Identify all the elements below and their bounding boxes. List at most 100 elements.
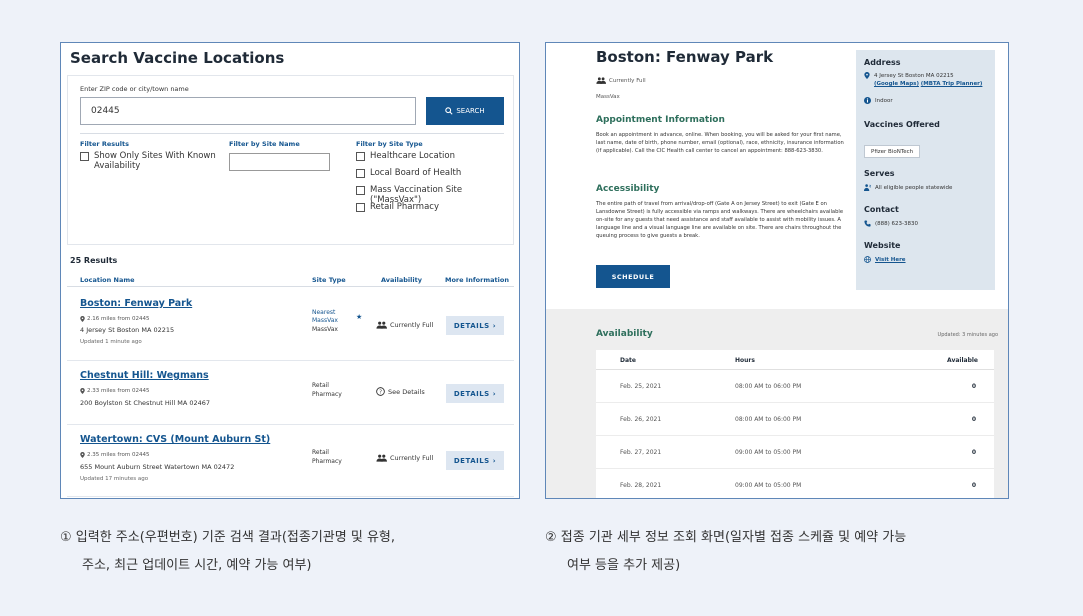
site-detail-screenshot: Boston: Fenway Park Currently Full MassV… [545, 42, 1009, 499]
people-icon [596, 77, 606, 84]
site-status: Currently Full [596, 77, 646, 84]
checkbox-label: Healthcare Location [370, 151, 455, 161]
search-results-screenshot: Search Vaccine Locations Enter ZIP code … [60, 42, 520, 499]
details-label: DETAILS [453, 389, 490, 398]
site-type-board-checkbox[interactable]: Local Board of Health [356, 168, 461, 178]
accessibility-text: The entire path of travel from arrival/d… [596, 201, 844, 239]
details-button[interactable]: DETAILS › [446, 451, 504, 470]
table-row: Chestnut Hill: Wegmans 2.33 miles from 0… [67, 361, 514, 425]
chevron-right-icon: › [492, 321, 497, 330]
table-row: Feb. 26, 2021 08:00 AM to 06:00 PM 0 [596, 403, 994, 436]
site-type: Retail [312, 449, 329, 456]
checkbox-box [356, 203, 365, 212]
date-cell: Feb. 27, 2021 [620, 449, 662, 456]
site-name-input[interactable] [229, 153, 330, 171]
chevron-right-icon: › [492, 456, 497, 465]
phone-text[interactable]: (888) 623-3830 [875, 220, 918, 228]
caption-left: ① 입력한 주소(우편번호) 기준 검색 결과(접종기관명 및 유형, 주소, … [60, 524, 395, 580]
known-availability-checkbox[interactable]: Show Only Sites With Known Availability [80, 151, 220, 171]
address-line: 4 Jersey St Boston MA 02215 (Google Maps… [864, 72, 982, 88]
site-info-sidebar: Address 4 Jersey St Boston MA 02215 (Goo… [856, 50, 995, 290]
contact-heading: Contact [864, 205, 899, 214]
site-type: Retail [312, 382, 329, 389]
zip-input-value: 02445 [91, 106, 120, 116]
details-label: DETAILS [453, 321, 490, 330]
site-type-nearest: Nearest [312, 309, 336, 316]
globe-icon [864, 256, 871, 263]
checkbox-label: Local Board of Health [370, 168, 462, 178]
location-link[interactable]: Chestnut Hill: Wegmans [80, 370, 209, 381]
col-location: Location Name [80, 276, 135, 284]
hours-cell: 08:00 AM to 06:00 PM [735, 383, 802, 390]
people-icon [376, 321, 387, 329]
address-block: 4 Jersey St Boston MA 02215 (Google Maps… [874, 72, 982, 88]
serves-text: All eligible people statewide [875, 185, 953, 191]
mbta-link[interactable]: (MBTA Trip Planner) [921, 81, 983, 87]
google-maps-link[interactable]: (Google Maps) [874, 81, 919, 87]
caption-left-line2: 주소, 최근 업데이트 시간, 예약 가능 여부) [82, 558, 312, 573]
col-available: Available [947, 357, 978, 364]
hours-cell: 09:00 AM to 05:00 PM [735, 482, 802, 489]
schedule-button[interactable]: SCHEDULE [596, 265, 670, 288]
available-cell: 0 [971, 383, 976, 390]
checkbox-box [356, 152, 365, 161]
site-type-healthcare-checkbox[interactable]: Healthcare Location [356, 151, 455, 161]
person-wave-icon [864, 184, 871, 191]
availability-status: Currently Full [376, 321, 433, 329]
updated-time: Updated 1 minute ago [80, 339, 142, 345]
distance-text: 2.16 miles from 02445 [87, 316, 150, 322]
site-type-pharmacy-checkbox[interactable]: Retail Pharmacy [356, 202, 439, 212]
available-cell: 0 [971, 482, 976, 489]
checkbox-label: Retail Pharmacy [370, 202, 439, 212]
checkbox-label: Show Only Sites With Known Availability [94, 151, 216, 171]
available-cell: 0 [971, 416, 976, 423]
zip-input[interactable]: 02445 [80, 97, 416, 125]
page-title: Search Vaccine Locations [70, 49, 285, 67]
location-link[interactable]: Boston: Fenway Park [80, 298, 192, 309]
caption-right-line1: ② 접종 기관 세부 정보 조회 화면(일자별 접종 스케쥴 및 예약 가능 [545, 530, 907, 545]
table-row: Feb. 27, 2021 09:00 AM to 05:00 PM 0 [596, 436, 994, 469]
availability-heading: Availability [596, 329, 653, 339]
map-pin-icon [864, 72, 870, 79]
phone-icon [864, 220, 871, 227]
visit-here-link[interactable]: Visit Here [875, 256, 906, 264]
details-label: DETAILS [453, 456, 490, 465]
site-type-massvax-label: MassVax [312, 317, 338, 324]
address: 655 Mount Auburn Street Watertown MA 024… [80, 463, 235, 471]
results-count: 25 Results [70, 256, 118, 265]
availability-updated: Updated: 3 minutes ago [937, 332, 998, 338]
table-header: Date Hours Available [596, 350, 994, 370]
help-circle-icon: ? [376, 387, 385, 396]
col-availability: Availability [381, 276, 422, 284]
table-row: Boston: Fenway Park 2.16 miles from 0244… [67, 289, 514, 361]
distance: 2.35 miles from 02445 [80, 452, 149, 458]
zip-label: Enter ZIP code or city/town name [80, 85, 189, 93]
caption-right-line2: 여부 등을 추가 제공) [567, 558, 681, 573]
map-pin-icon [80, 388, 85, 394]
available-cell: 0 [971, 449, 976, 456]
indoor-text: Indoor [875, 98, 893, 104]
address: 200 Boylston St Chestnut Hill MA 02467 [80, 399, 211, 407]
availability-status: ? See Details [376, 387, 425, 396]
results-header: Location Name Site Type Availability Mor… [67, 273, 514, 287]
filter-site-type-title: Filter by Site Type [356, 140, 423, 148]
location-link[interactable]: Watertown: CVS (Mount Auburn St) [80, 434, 270, 445]
site-type: MassVax [312, 326, 338, 333]
accessibility-heading: Accessibility [596, 184, 660, 194]
search-button[interactable]: SEARCH [426, 97, 504, 125]
map-pin-icon [80, 452, 85, 458]
col-hours: Hours [735, 357, 755, 364]
search-box: Enter ZIP code or city/town name 02445 S… [67, 75, 514, 245]
indoor-line: Indoor [864, 97, 893, 105]
address-heading: Address [864, 58, 901, 67]
site-title: Boston: Fenway Park [596, 48, 774, 66]
col-date: Date [620, 357, 636, 364]
star-icon: ★ [356, 313, 363, 321]
table-row: Feb. 25, 2021 08:00 AM to 06:00 PM 0 [596, 370, 994, 403]
status-text: Currently Full [609, 77, 646, 84]
details-button[interactable]: DETAILS › [446, 316, 504, 335]
table-row: Watertown: CVS (Mount Auburn St) 2.35 mi… [67, 425, 514, 497]
serves-line: All eligible people statewide [864, 184, 952, 192]
details-button[interactable]: DETAILS › [446, 384, 504, 403]
availability-text: See Details [388, 387, 425, 396]
